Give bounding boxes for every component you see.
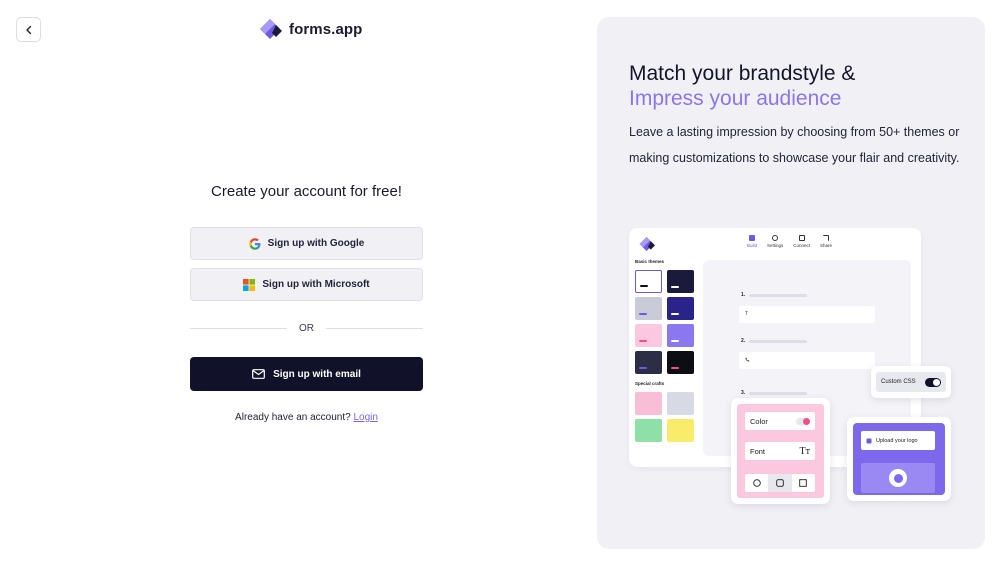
craft-swatch <box>635 392 662 415</box>
question-number: 1. <box>741 292 746 298</box>
theme-swatch <box>635 351 662 374</box>
rounded-square-icon <box>776 479 784 487</box>
promo-panel: Match your brandstyle & Impress your aud… <box>597 17 985 549</box>
login-prompt-text: Already have an account? <box>235 412 351 423</box>
font-icon: Tт <box>799 445 810 457</box>
square-shape <box>792 474 815 492</box>
style-card: Color Font Tт <box>731 398 830 504</box>
logo-placeholder-icon <box>889 469 907 487</box>
craft-swatch <box>667 419 694 442</box>
page-title: Create your account for free! <box>211 183 402 200</box>
logo[interactable]: forms.app <box>260 19 362 39</box>
promo-description: Leave a lasting impression by choosing f… <box>629 125 960 165</box>
theme-grid <box>635 270 694 374</box>
font-row: Font Tт <box>745 442 815 460</box>
color-toggle <box>796 417 810 425</box>
question-line <box>749 340 807 343</box>
question-input <box>739 352 875 369</box>
google-signup-button[interactable]: Sign up with Google <box>190 227 423 260</box>
question-line <box>749 392 807 395</box>
mockup-nav-share: Share <box>820 235 832 248</box>
mockup-nav-build: Build <box>747 235 757 248</box>
font-label: Font <box>750 446 766 456</box>
theme-swatch <box>667 351 694 374</box>
share-icon <box>823 235 830 241</box>
craft-swatch <box>667 392 694 415</box>
gear-icon <box>772 235 779 241</box>
chevron-left-icon <box>25 25 31 34</box>
upload-logo-label: Upload your logo <box>876 437 918 444</box>
upload-logo-button: Upload your logo <box>861 431 935 450</box>
divider-line <box>190 328 287 329</box>
phone-icon <box>745 357 750 362</box>
theme-swatch <box>635 324 662 347</box>
color-label: Color <box>750 416 768 426</box>
question-number: 2. <box>741 338 746 344</box>
microsoft-signup-label: Sign up with Microsoft <box>262 279 370 290</box>
upload-logo-card: Upload your logo <box>847 417 951 501</box>
mockup-nav-label: Build <box>747 243 758 248</box>
custom-css-card: Custom CSS <box>871 366 951 398</box>
upload-card-body: Upload your logo <box>853 423 945 495</box>
or-divider: OR <box>190 323 423 334</box>
google-signup-label: Sign up with Google <box>267 238 365 249</box>
mockup-nav-label: Settings <box>767 243 784 248</box>
question-line <box>749 294 807 297</box>
craft-swatch <box>635 419 662 442</box>
custom-css-label: Custom CSS <box>881 379 916 385</box>
login-link[interactable]: Login <box>353 412 377 423</box>
custom-css-row: Custom CSS <box>876 372 946 392</box>
custom-css-toggle <box>925 377 941 387</box>
mockup-nav-label: Share <box>820 243 833 248</box>
email-signup-label: Sign up with email <box>273 368 361 380</box>
logo-preview <box>861 463 935 493</box>
logo-text: forms.app <box>289 20 363 38</box>
square-icon <box>799 479 808 487</box>
question-number: 3. <box>741 390 746 396</box>
theme-swatch <box>667 324 694 347</box>
mockup-nav-connect: Connect <box>793 235 810 248</box>
promo-subtitle: Impress your audience <box>629 87 842 110</box>
email-signup-button[interactable]: Sign up with email <box>190 357 423 391</box>
theme-swatch <box>667 270 694 293</box>
mockup-nav-label: Connect <box>793 243 811 248</box>
style-card-body: Color Font Tт <box>737 404 824 498</box>
question-input: T <box>739 306 875 323</box>
mockup-logo-icon <box>639 237 655 251</box>
promo-title: Match your brandstyle & <box>629 62 856 85</box>
mockup-nav-settings: Settings <box>767 235 783 248</box>
basic-themes-label: Basic themes <box>635 259 665 264</box>
divider-line <box>326 328 423 329</box>
special-crafts-label: Special crafts <box>635 381 665 386</box>
grid-icon <box>798 235 805 241</box>
or-text: OR <box>299 323 314 334</box>
forms-app-logo-icon <box>260 19 282 39</box>
theme-swatch <box>635 270 662 293</box>
envelope-icon <box>252 369 265 379</box>
login-prompt: Already have an account? Login <box>190 412 423 423</box>
theme-swatch <box>667 297 694 320</box>
back-button[interactable] <box>16 17 41 42</box>
microsoft-signup-button[interactable]: Sign up with Microsoft <box>190 268 423 301</box>
circle-icon <box>752 479 761 487</box>
circle-shape <box>745 474 768 492</box>
color-row: Color <box>745 412 815 430</box>
image-icon <box>866 438 872 443</box>
signup-panel: forms.app Create your account for free! … <box>0 0 597 565</box>
shape-row <box>745 474 815 492</box>
build-icon <box>749 235 755 241</box>
theme-swatch <box>635 297 662 320</box>
crafts-grid <box>635 392 694 442</box>
rounded-square-shape <box>768 474 792 492</box>
mockup-nav: Build Settings Connect Share <box>747 235 832 248</box>
microsoft-icon <box>243 278 256 291</box>
google-icon <box>248 237 261 250</box>
